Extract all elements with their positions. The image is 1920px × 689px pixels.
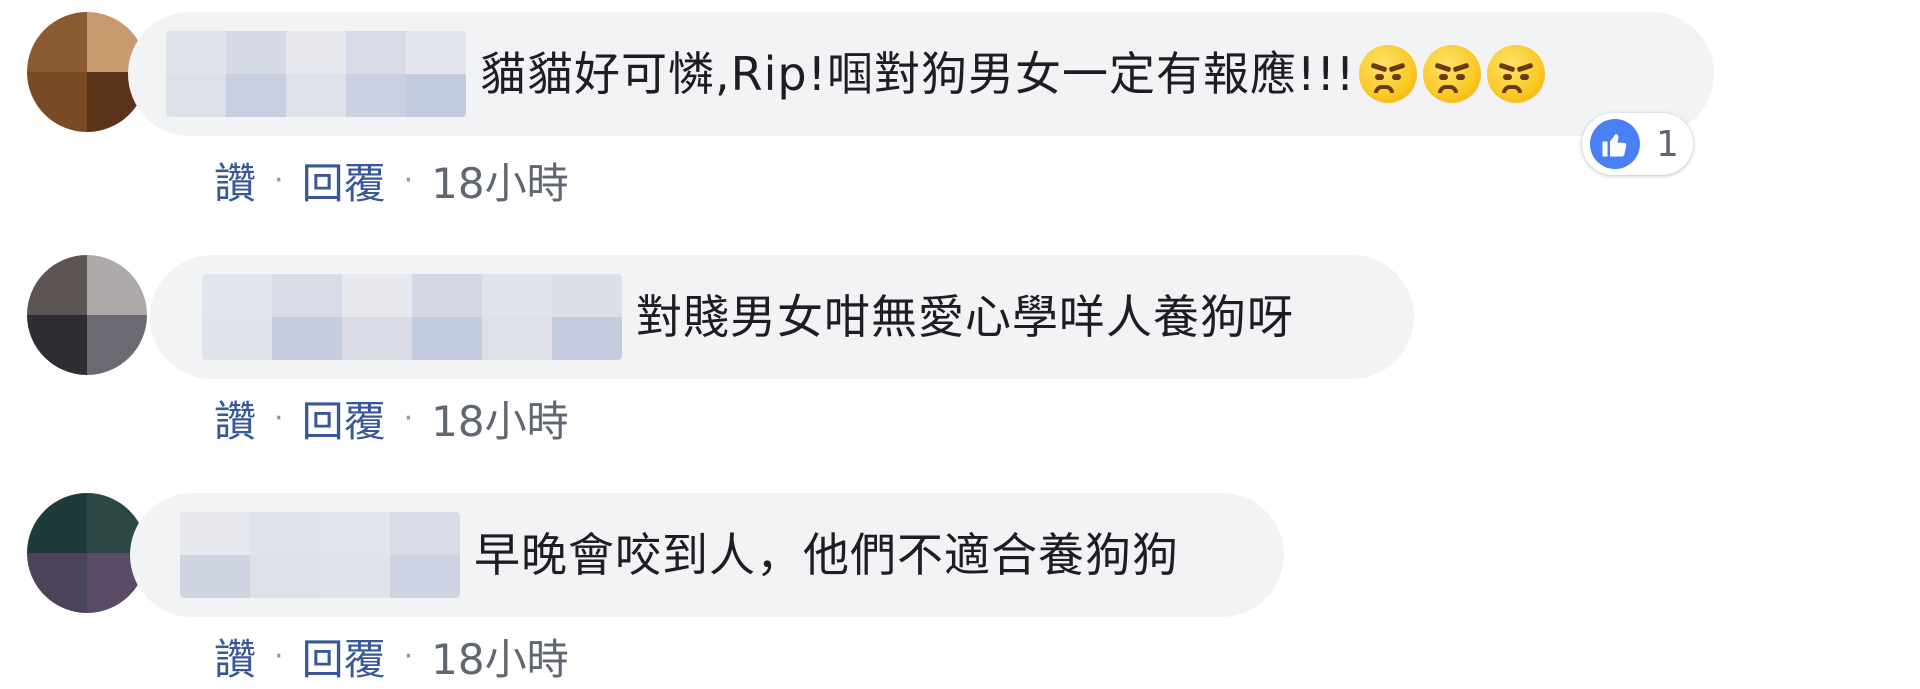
timestamp[interactable]: 18小時 — [431, 626, 568, 687]
author-name-blurred[interactable] — [180, 512, 460, 598]
author-name-blurred[interactable] — [166, 31, 466, 117]
comment-text: 早晚會咬到人，他們不適合養狗狗 — [474, 528, 1179, 582]
separator: · — [403, 401, 414, 436]
like-link[interactable]: 讚 — [214, 150, 256, 211]
comment-bubble: 早晚會咬到人，他們不適合養狗狗 — [130, 493, 1284, 617]
separator: · — [403, 639, 414, 674]
comment-text: 貓貓好可憐,Rip!啯對狗男女一定有報應!!! — [480, 47, 1356, 101]
reply-link[interactable]: 回覆 — [302, 626, 386, 687]
avatar[interactable] — [27, 493, 147, 613]
angry-face-icon — [1487, 45, 1546, 103]
reply-link[interactable]: 回覆 — [302, 388, 386, 449]
comment-bubble: 對賤男女咁無愛心學咩人養狗呀 — [150, 255, 1414, 379]
comment-bubble: 貓貓好可憐,Rip!啯對狗男女一定有報應!!! — [128, 12, 1714, 136]
timestamp[interactable]: 18小時 — [431, 388, 568, 449]
reaction-summary[interactable]: 1 — [1582, 113, 1693, 175]
separator: · — [403, 163, 414, 198]
emoji-group — [1359, 45, 1546, 103]
separator: · — [274, 639, 284, 674]
comment-text: 對賤男女咁無愛心學咩人養狗呀 — [636, 290, 1294, 344]
like-link[interactable]: 讚 — [214, 626, 256, 687]
angry-face-icon — [1423, 45, 1482, 103]
angry-face-icon — [1359, 45, 1418, 103]
reaction-count: 1 — [1656, 123, 1679, 165]
comment-actions: 讚 · 回覆 · 18小時 — [214, 388, 569, 449]
separator: · — [274, 401, 284, 436]
reply-link[interactable]: 回覆 — [302, 150, 386, 211]
like-link[interactable]: 讚 — [214, 388, 256, 449]
author-name-blurred[interactable] — [202, 274, 622, 360]
separator: · — [274, 163, 284, 198]
avatar[interactable] — [27, 255, 147, 375]
comment-actions: 讚 · 回覆 · 18小時 — [214, 626, 569, 687]
thumbs-up-icon — [1590, 119, 1640, 169]
comment-actions: 讚 · 回覆 · 18小時 — [214, 150, 569, 211]
timestamp[interactable]: 18小時 — [431, 150, 568, 211]
